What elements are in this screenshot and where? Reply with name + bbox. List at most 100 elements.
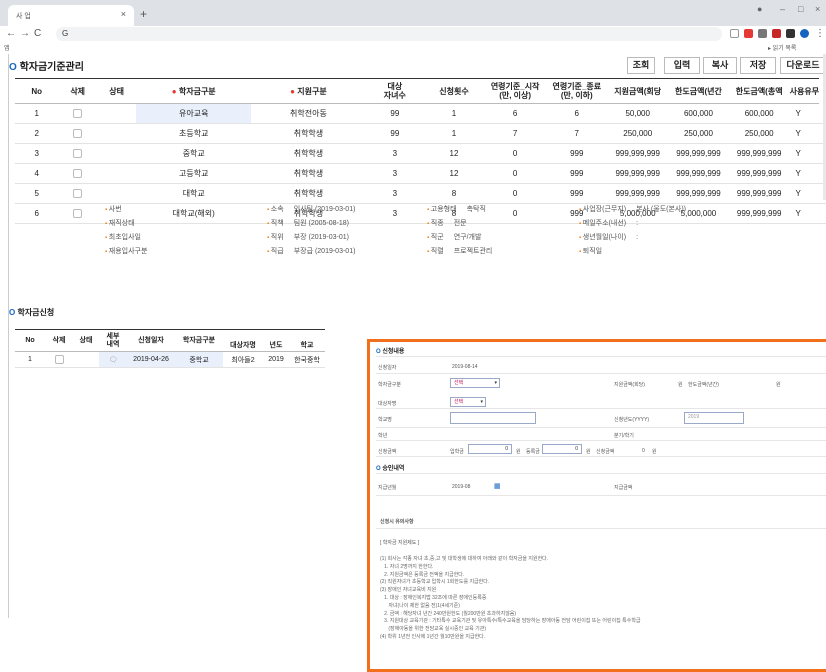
table-cell[interactable]: Y [789,183,820,204]
table-cell[interactable]: 중학교 [175,351,223,368]
table-cell[interactable]: 999 [546,163,608,184]
table-row[interactable]: 1 🗨 2019-04-26 중학교 최아들2 2019 한국중학 [15,351,325,368]
close-window-icon[interactable]: × [815,4,820,14]
delete-checkbox[interactable] [73,189,83,199]
delete-checkbox[interactable] [73,149,83,159]
copy-button[interactable]: 복사 [703,57,737,74]
table-cell[interactable]: 1 [15,351,45,368]
delete-checkbox[interactable] [73,109,83,119]
table-cell[interactable]: 600,000 [728,103,790,124]
search-button[interactable]: 조회 [627,57,655,74]
puzzle-icon[interactable] [786,29,795,38]
table-cell[interactable] [96,143,137,164]
save-button[interactable]: 저장 [740,57,776,74]
table-row[interactable]: 3 중학교 취학학생 3 12 0 999 999,999,999 999,999,999 999… [15,143,826,164]
table-cell[interactable]: 250,000 [668,123,729,144]
table-cell[interactable]: 600,000 [668,103,729,124]
url-input[interactable]: G [56,27,722,41]
table-cell[interactable]: Y [789,103,820,124]
account-icon[interactable]: ● [757,4,762,14]
delete-checkbox[interactable] [73,129,83,139]
table-cell[interactable] [58,183,97,204]
table-cell[interactable]: 대학교 [136,183,252,204]
new-tab-icon[interactable]: + [140,7,147,21]
extension-icon[interactable] [772,29,781,38]
table-cell[interactable]: 50,000 [607,103,669,124]
table-cell[interactable]: 250,000 [728,123,790,144]
profile-icon[interactable] [800,29,809,38]
table-cell[interactable]: 6 [15,203,59,224]
back-icon[interactable]: ← [6,28,16,39]
table-cell[interactable]: 0 [484,143,547,164]
table-cell[interactable]: 취학학생 [251,163,366,184]
table-cell[interactable]: 999,999,999 [607,163,669,184]
table-row[interactable]: 4 고등학교 취학학생 3 12 0 999 999,999,999 999,999,999 99… [15,163,826,184]
table-cell[interactable]: 999,999,999 [668,143,729,164]
table-cell[interactable]: 3 [365,143,424,164]
browser-tab[interactable]: 사 업 × [8,5,134,26]
star-icon[interactable] [730,29,739,38]
table-row[interactable]: 1유아교육취학전아동9916650,000600,000600,000Y⌄ [15,103,826,124]
delete-checkbox[interactable] [73,169,83,179]
table-cell[interactable]: 유아교육 [136,103,252,124]
calendar-icon[interactable]: ▦ [494,482,501,490]
table-cell[interactable]: 0 [484,163,547,184]
table-cell[interactable]: 2 [15,123,59,144]
table-cell[interactable]: 최아들2 [223,351,263,368]
table-cell[interactable]: 7 [484,123,547,144]
table-cell[interactable]: 999,999,999 [728,163,790,184]
table-cell[interactable] [58,203,97,224]
target-select[interactable]: 선택 [450,397,486,407]
table-cell[interactable]: 6 [484,103,547,124]
extension-icon[interactable] [758,29,767,38]
table-cell[interactable]: 1 [15,103,59,124]
table-cell[interactable]: 999,999,999 [728,183,790,204]
table-cell[interactable]: 취학전아동 [251,103,366,124]
table-cell[interactable]: 3 [365,183,424,204]
table-cell[interactable] [58,103,97,124]
reload-icon[interactable]: C [34,28,41,39]
table-cell[interactable]: 5 [15,183,59,204]
table-cell[interactable]: Y [789,163,820,184]
table-cell[interactable]: 999,999,999 [728,143,790,164]
table-cell[interactable]: 7 [546,123,608,144]
dropdown-cell[interactable]: ⌄ [819,203,826,224]
menu-icon[interactable]: ⋮ [815,28,825,39]
detail-icon[interactable]: 🗨 [109,357,118,364]
extension-icon[interactable] [744,29,753,38]
table-cell[interactable]: 취학학생 [251,123,366,144]
table-cell[interactable]: 3 [15,143,59,164]
reading-list[interactable]: ▸ 읽기 목록 [768,43,796,52]
type-select[interactable]: 선택 [450,378,500,388]
table-cell[interactable] [58,143,97,164]
fee-input[interactable]: 0 [542,444,582,454]
table-cell[interactable]: 취학학생 [251,143,366,164]
table-cell[interactable]: 🗨 [99,351,127,368]
table-cell[interactable]: 999,999,999 [607,143,669,164]
table-cell[interactable]: Y [789,123,820,144]
table-cell[interactable]: 999 [546,143,608,164]
table-cell[interactable]: 중학교 [136,143,252,164]
apps-bookmark[interactable]: 앱 [4,43,10,52]
year-input[interactable]: 2019 [684,412,744,424]
table-cell[interactable] [96,163,137,184]
table-cell[interactable]: 초등학교 [136,123,252,144]
delete-checkbox[interactable] [54,355,64,364]
download-button[interactable]: 다운로드 [780,57,826,74]
table-cell[interactable]: 고등학교 [136,163,252,184]
table-cell[interactable]: 3 [365,163,424,184]
table-row[interactable]: 5 대학교 취학학생 3 8 0 999 999,999,999 999,999,999 999,… [15,183,826,204]
table-cell[interactable] [96,183,137,204]
minimize-icon[interactable]: – [780,4,785,14]
table-cell[interactable] [96,123,137,144]
table-cell[interactable]: 취학학생 [251,183,366,204]
table-cell[interactable]: 99 [365,123,424,144]
table-cell[interactable]: 0 [484,183,547,204]
maximize-icon[interactable]: □ [798,4,803,14]
table-cell[interactable] [45,351,73,368]
table-cell[interactable]: 999,999,999 [668,183,729,204]
table-cell[interactable]: 8 [423,183,485,204]
close-tab-icon[interactable]: × [121,9,126,19]
table-cell[interactable]: 999 [546,183,608,204]
table-row[interactable]: 2초등학교취학학생99177250,000250,000250,000Y⌄ [15,123,826,144]
